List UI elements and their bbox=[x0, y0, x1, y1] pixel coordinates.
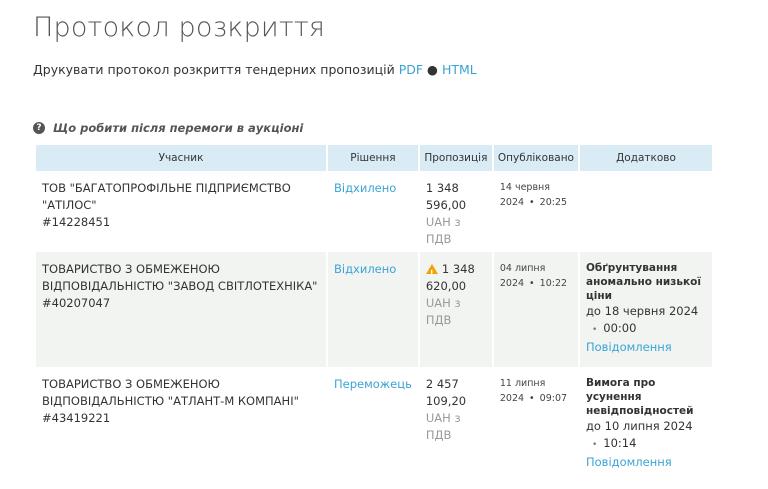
bullet-icon: • bbox=[529, 197, 535, 208]
additional-cell: Вимога про усунення невідповідностей до … bbox=[580, 367, 712, 477]
page-title: Протокол розкриття bbox=[33, 12, 326, 43]
decision-cell: Відхилено bbox=[328, 171, 418, 252]
offer-currency: UAH з bbox=[425, 411, 461, 425]
published-date: 04 липня bbox=[499, 263, 546, 274]
decision-link[interactable]: Відхилено bbox=[334, 181, 396, 195]
published-time: 09:07 bbox=[539, 393, 568, 404]
published-year: 2024 bbox=[499, 278, 525, 289]
participant-name-line2: ВІДПОВІДАЛЬНІСТЮ "АТЛАНТ-М КОМПАНІ" bbox=[42, 394, 299, 408]
published-year: 2024 bbox=[499, 393, 525, 404]
offer-amount-line1: 1 348 bbox=[441, 262, 475, 276]
offer-vat: ПДВ bbox=[425, 313, 452, 327]
decision-link[interactable]: Переможець bbox=[334, 377, 412, 391]
notification-link[interactable]: Повідомлення bbox=[586, 454, 706, 471]
offer-amount-line2: 620,00 bbox=[425, 279, 467, 293]
participant-cell: ТОВ "БАГАТОПРОФІЛЬНЕ ПІДПРИЄМСТВО "АТІЛО… bbox=[36, 171, 326, 252]
offer-amount-line2: 109,20 bbox=[425, 394, 467, 408]
requirement-title-line1: Вимога про bbox=[585, 377, 656, 389]
participant-name-line1: ТОВ "БАГАТОПРОФІЛЬНЕ ПІДПРИЄМСТВО bbox=[42, 181, 291, 195]
bullet-icon: • bbox=[529, 393, 535, 404]
offer-cell: 1 348 596,00 UAH з ПДВ bbox=[420, 171, 492, 252]
table-row: ТОВАРИСТВО З ОБМЕЖЕНОЮ ВІДПОВІДАЛЬНІСТЮ … bbox=[36, 252, 712, 367]
published-time: 10:22 bbox=[539, 278, 568, 289]
participant-name-line1: ТОВАРИСТВО З ОБМЕЖЕНОЮ bbox=[42, 377, 220, 391]
print-protocol-text: Друкувати протокол розкриття тендерних п… bbox=[33, 62, 395, 77]
additional-cell: Обґрунтування аномально низької ціни до … bbox=[579, 252, 712, 367]
published-date: 11 липня bbox=[499, 378, 546, 389]
header-additional: Додатково bbox=[579, 145, 712, 171]
published-date: 14 червня bbox=[499, 182, 550, 193]
offer-cell: 1 348 620,00 UAH з ПДВ bbox=[419, 252, 492, 367]
published-cell: 04 липня 2024 • 10:22 bbox=[493, 252, 578, 367]
offer-currency: UAH з bbox=[425, 215, 461, 229]
bids-table: Учасник Рішення Пропозиція Опубліковано … bbox=[34, 145, 714, 477]
requirement-title-line2: усунення bbox=[585, 391, 642, 403]
participant-name-line1: ТОВАРИСТВО З ОБМЕЖЕНОЮ bbox=[42, 262, 220, 276]
requirement-title-line3: ціни bbox=[585, 290, 612, 302]
table-row: ТОВ "БАГАТОПРОФІЛЬНЕ ПІДПРИЄМСТВО "АТІЛО… bbox=[36, 171, 712, 252]
requirement-title-line1: Обґрунтування bbox=[585, 262, 678, 274]
participant-id: #43419221 bbox=[42, 411, 111, 425]
warning-icon bbox=[425, 264, 438, 282]
notification-link[interactable]: Повідомлення bbox=[586, 339, 706, 356]
separator-dot: ● bbox=[427, 62, 438, 77]
participant-id: #14228451 bbox=[42, 215, 111, 229]
offer-amount-line1: 1 348 bbox=[425, 181, 459, 195]
table-row: ТОВАРИСТВО З ОБМЕЖЕНОЮ ВІДПОВІДАЛЬНІСТЮ … bbox=[36, 367, 712, 477]
print-protocol-line: Друкувати протокол розкриття тендерних п… bbox=[33, 62, 477, 77]
bullet-icon: • bbox=[591, 325, 598, 335]
offer-amount-line1: 2 457 bbox=[425, 377, 459, 391]
requirement-title-line3: невідповідностей bbox=[585, 405, 694, 417]
decision-link[interactable]: Відхилено bbox=[334, 262, 396, 276]
html-link[interactable]: HTML bbox=[442, 62, 477, 77]
pdf-link[interactable]: PDF bbox=[399, 62, 423, 77]
header-decision: Рішення bbox=[328, 145, 418, 171]
header-offer: Пропозиція bbox=[419, 145, 492, 171]
offer-currency: UAH з bbox=[425, 296, 461, 310]
offer-amount-line2: 596,00 bbox=[425, 198, 467, 212]
participant-name-line2: ВІДПОВІДАЛЬНІСТЮ "ЗАВОД СВІТЛОТЕХНІКА" bbox=[42, 279, 318, 293]
offer-cell: 2 457 109,20 UAH з ПДВ bbox=[420, 367, 492, 477]
participant-cell: ТОВАРИСТВО З ОБМЕЖЕНОЮ ВІДПОВІДАЛЬНІСТЮ … bbox=[36, 252, 326, 367]
help-link-text[interactable]: Що робити після перемоги в аукціоні bbox=[53, 121, 303, 135]
requirement-time: 10:14 bbox=[603, 436, 637, 450]
published-year: 2024 bbox=[499, 197, 525, 208]
requirement-deadline: до 18 червня 2024 bbox=[585, 304, 699, 318]
decision-cell: Відхилено bbox=[328, 252, 418, 367]
table-header-row: Учасник Рішення Пропозиція Опубліковано … bbox=[36, 145, 712, 171]
published-time: 20:25 bbox=[539, 197, 568, 208]
bullet-icon: • bbox=[591, 440, 598, 450]
question-circle-icon: ? bbox=[33, 122, 45, 134]
published-cell: 11 липня 2024 • 09:07 bbox=[494, 367, 578, 477]
offer-vat: ПДВ bbox=[425, 232, 452, 246]
requirement-time: 00:00 bbox=[603, 321, 637, 335]
requirement-deadline: до 10 липня 2024 bbox=[585, 419, 693, 433]
bullet-icon: • bbox=[529, 278, 535, 289]
help-section[interactable]: ? Що робити після перемоги в аукціоні bbox=[33, 121, 303, 135]
participant-name-line2: "АТІЛОС" bbox=[42, 198, 97, 212]
offer-vat: ПДВ bbox=[425, 428, 452, 442]
published-cell: 14 червня 2024 • 20:25 bbox=[494, 171, 578, 252]
decision-cell: Переможець bbox=[328, 367, 418, 477]
participant-id: #40207047 bbox=[42, 296, 111, 310]
header-participant: Учасник bbox=[36, 145, 326, 171]
requirement-title-line2: аномально низької bbox=[585, 276, 701, 288]
participant-cell: ТОВАРИСТВО З ОБМЕЖЕНОЮ ВІДПОВІДАЛЬНІСТЮ … bbox=[36, 367, 326, 477]
header-published: Опубліковано bbox=[493, 145, 578, 171]
additional-cell bbox=[580, 171, 712, 252]
